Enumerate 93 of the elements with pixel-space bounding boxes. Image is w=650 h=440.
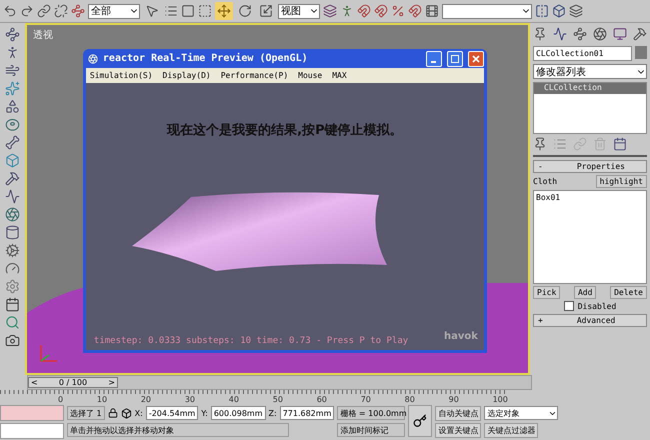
box-icon[interactable] (120, 408, 132, 418)
close-icon (472, 54, 480, 62)
window-title: reactor Real-Time Preview (OpenGL) (102, 53, 309, 64)
ring-icon[interactable] (4, 117, 20, 132)
reference-coordinate-dropdown[interactable]: 视图 (278, 4, 320, 18)
menu-item[interactable]: Simulation(S) (90, 71, 153, 80)
simulation-status: timestep: 0.0333 substeps: 10 time: 0.73 - Press P to Play (94, 336, 408, 346)
minimize-icon (431, 60, 436, 62)
coord-label: Z: (268, 408, 277, 418)
named-selection-dropdown[interactable] (442, 4, 532, 18)
cylinder-icon[interactable] (4, 225, 20, 240)
properties-rollout[interactable]: - Properties (533, 160, 647, 173)
link-icon[interactable] (37, 4, 51, 18)
maximize-icon (450, 54, 459, 62)
stack-item[interactable]: CLCollection (534, 83, 646, 94)
object-name-field[interactable]: CLCollection01 (533, 46, 632, 61)
list-item[interactable]: Box01 (536, 193, 644, 202)
cloth-label: Cloth (533, 177, 558, 186)
selection-filter-dropdown[interactable]: 全部 (88, 4, 140, 18)
coordinate-field[interactable]: -204.54mm (146, 406, 198, 420)
maximize-button[interactable] (446, 50, 463, 66)
checkbox-label: Disabled (578, 302, 616, 310)
key-mode-dropdown[interactable]: 选定对象 (484, 406, 558, 420)
time-slider-thumb[interactable]: < 0 / 100 > (28, 377, 118, 388)
viewport[interactable]: 透视 reactor Real-Time Preview (OpenGL) Simulation(S) Display(D) Performance(P) Mouse MAX 现在这个是我要的结果,按P键停止模拟。 timestep: 0.0333 substeps: 10 time: 0.73 - Press P to Play havok (24, 23, 530, 375)
magnet-icon[interactable] (408, 4, 422, 18)
unlink-icon[interactable] (54, 4, 68, 18)
minimize-button[interactable] (426, 50, 442, 66)
wave-icon[interactable] (4, 189, 20, 204)
menu-item[interactable]: Mouse (298, 71, 322, 80)
aperture-icon[interactable] (4, 207, 20, 222)
coord-label: X: (134, 408, 143, 418)
menu-item[interactable]: Performance(P) (220, 71, 288, 80)
key-filters-button[interactable]: 关键点过滤器 (484, 422, 538, 438)
key-button[interactable] (408, 405, 432, 437)
close-button[interactable] (468, 50, 484, 66)
magnet-icon[interactable] (357, 4, 371, 18)
grid-size: 栅格 = 100.0mm (337, 406, 406, 420)
figure-icon[interactable] (340, 4, 354, 18)
message-text: 现在这个是我要的结果,按P键停止模拟。 (167, 122, 403, 139)
gear-icon[interactable] (4, 243, 20, 258)
list-button[interactable]: Delete (610, 286, 647, 299)
hammer-icon[interactable] (633, 27, 647, 41)
highlight-button[interactable]: highlight (596, 175, 647, 188)
nodes-icon[interactable] (4, 27, 20, 42)
time-tag[interactable]: 添加时间标记 (337, 423, 406, 437)
display-icon[interactable] (613, 27, 627, 41)
nodes-icon[interactable] (71, 4, 85, 18)
menu-item[interactable]: MAX (332, 71, 347, 80)
modifier-list-dropdown[interactable]: 修改器列表 (533, 64, 647, 79)
list-button[interactable]: Pick (533, 286, 560, 299)
key-icon (413, 414, 428, 428)
coord-label: Y: (201, 408, 208, 418)
percent-icon[interactable] (391, 4, 405, 18)
list-button[interactable]: Add (574, 286, 596, 299)
auto-key-button[interactable]: 自动关键点 (435, 406, 482, 420)
move-tool[interactable] (215, 2, 233, 20)
layers-icon[interactable] (323, 4, 337, 18)
hierarchy-icon[interactable] (573, 27, 587, 41)
pin-icon[interactable] (533, 137, 547, 151)
logo-text: havok (444, 331, 478, 342)
bone-icon[interactable] (4, 135, 20, 150)
prompt-text: 单击并拖动以选择并移动对象 (67, 423, 289, 437)
square-icon[interactable] (181, 4, 195, 18)
camera-icon[interactable] (4, 333, 20, 348)
redo-icon[interactable] (20, 4, 34, 18)
script-listener-field[interactable] (0, 405, 64, 421)
mirror-icon[interactable] (535, 4, 549, 18)
magnet-icon[interactable] (374, 4, 388, 18)
advanced-rollout[interactable]: + Advanced (533, 314, 647, 327)
color-swatch[interactable] (635, 46, 647, 59)
box-icon[interactable] (552, 4, 566, 18)
time-slider[interactable]: < 0 / 100 > (27, 375, 532, 390)
set-key-button[interactable]: 设置关键点 (435, 422, 482, 438)
curve-icon[interactable] (553, 27, 567, 41)
coordinate-field[interactable]: 771.682mm (280, 406, 334, 420)
calendar-icon[interactable] (4, 297, 20, 312)
film-icon[interactable] (425, 4, 439, 18)
undo-icon[interactable] (3, 4, 17, 18)
script-output-field[interactable] (0, 423, 64, 439)
timeline-ruler[interactable]: 0 10 20 30 40 50 60 70 80 90 100 (0, 390, 508, 405)
dashed-square-icon[interactable] (198, 4, 212, 18)
viewport-label: 透视 (32, 28, 53, 42)
layers-icon[interactable] (569, 4, 583, 18)
coordinate-field[interactable]: 600.098mm (210, 406, 266, 420)
shapes-icon[interactable] (4, 99, 20, 114)
menu-item[interactable]: Display(D) (162, 71, 211, 80)
lock-icon[interactable] (108, 408, 118, 418)
gauge-icon[interactable] (4, 261, 20, 276)
selection-count: 选择了 1 (67, 406, 105, 420)
hammer-icon[interactable] (4, 171, 20, 186)
aperture-icon (88, 54, 98, 64)
wind-icon[interactable] (4, 63, 20, 78)
